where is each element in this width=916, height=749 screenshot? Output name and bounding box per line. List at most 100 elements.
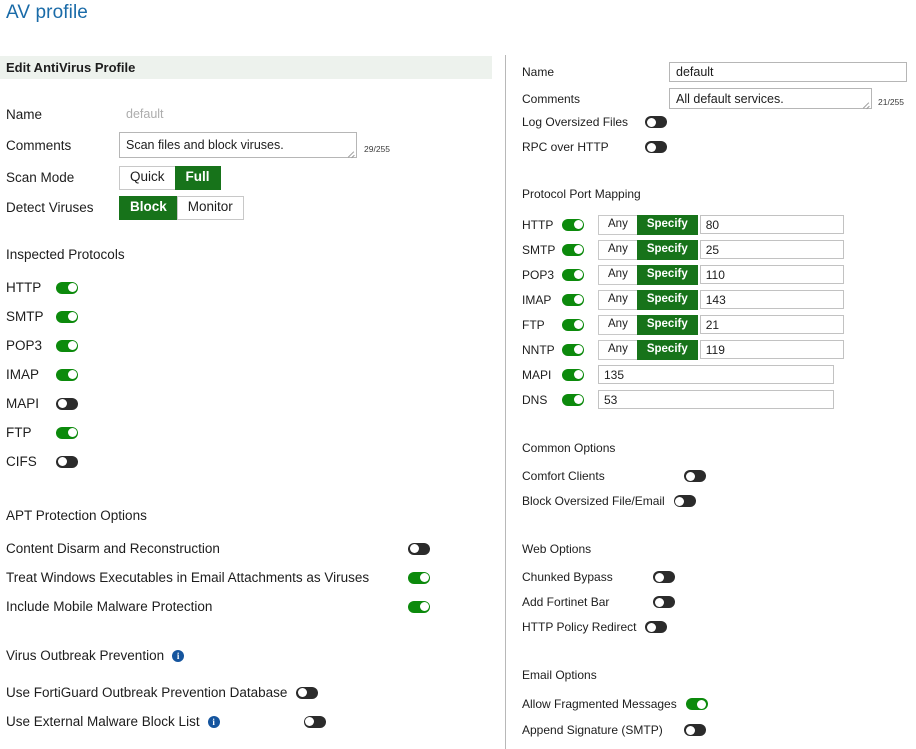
inspected-protocol-toggle-smtp[interactable]: [56, 310, 78, 323]
email-option-toggle-append-signature[interactable]: [684, 724, 706, 736]
inspected-protocol-toggle-ftp[interactable]: [56, 426, 78, 439]
port-mapping-input-imap[interactable]: [699, 290, 844, 310]
left-name-row: Name: [6, 104, 389, 124]
port-mapping-toggle-http[interactable]: [562, 218, 584, 231]
inspected-protocol-label: HTTP: [6, 280, 42, 295]
port-mapping-toggle-mapi[interactable]: [562, 368, 584, 381]
virus-outbreak-option-label: Use External Malware Block List: [6, 714, 200, 729]
common-option-toggle-block-oversized[interactable]: [673, 495, 696, 507]
port-mapping-option-specify[interactable]: Specify: [636, 265, 698, 285]
port-mapping-option-specify[interactable]: Specify: [636, 215, 698, 235]
port-mapping-toggle-smtp[interactable]: [562, 243, 584, 256]
port-mapping-toggle-dns[interactable]: [562, 393, 584, 406]
apt-option-label: Include Mobile Malware Protection: [6, 599, 213, 614]
port-mapping-option-specify[interactable]: Specify: [636, 315, 698, 335]
port-mapping-option-specify[interactable]: Specify: [636, 290, 698, 310]
port-mapping-option-any[interactable]: Any: [598, 340, 638, 360]
common-option-block-oversized: Block Oversized File/Email: [522, 494, 696, 508]
left-comments-textarea-wrap: [119, 132, 357, 158]
port-mapping-label: HTTP: [522, 217, 554, 232]
rpc-over-http-row: RPC over HTTP: [522, 140, 667, 154]
detect-viruses-option-monitor[interactable]: Monitor: [176, 196, 244, 220]
port-mapping-segmented-pop3: Any Specify: [598, 265, 698, 285]
port-mapping-input-http[interactable]: [699, 215, 844, 235]
left-name-input[interactable]: [119, 104, 389, 124]
port-mapping-option-specify[interactable]: Specify: [636, 240, 698, 260]
left-comments-counter: 29/255: [364, 144, 390, 154]
inspected-protocol-mapi: MAPI: [6, 396, 78, 411]
apt-option-label: Content Disarm and Reconstruction: [6, 541, 220, 556]
virus-outbreak-toggle-fortiguard-db[interactable]: [296, 686, 319, 699]
common-option-comfort-clients: Comfort Clients: [522, 469, 706, 483]
inspected-protocol-toggle-http[interactable]: [56, 281, 78, 294]
rpc-over-http-toggle[interactable]: [645, 141, 667, 153]
right-panel: Name Comments 21/255 Log Oversized Files…: [509, 52, 916, 749]
port-mapping-toggle-imap[interactable]: [562, 293, 584, 306]
edit-antivirus-profile-header: Edit AntiVirus Profile: [0, 56, 492, 79]
virus-outbreak-prevention-title: Virus Outbreak Prevention: [6, 648, 165, 663]
port-mapping-option-any[interactable]: Any: [598, 215, 638, 235]
port-mapping-input-smtp[interactable]: [699, 240, 844, 260]
port-mapping-row-http: HTTP Any Specify: [522, 215, 844, 235]
port-mapping-segmented-smtp: Any Specify: [598, 240, 698, 260]
apt-option-toggle-include-mobile-malware[interactable]: [408, 600, 430, 613]
port-mapping-label: NNTP: [522, 342, 555, 357]
info-icon[interactable]: i: [172, 649, 185, 662]
port-mapping-option-any[interactable]: Any: [598, 240, 638, 260]
inspected-protocol-label: POP3: [6, 338, 43, 353]
port-mapping-input-dns[interactable]: [598, 390, 834, 409]
common-option-toggle-comfort-clients[interactable]: [684, 470, 706, 482]
inspected-protocol-toggle-pop3[interactable]: [56, 339, 78, 352]
apt-option-include-mobile-malware: Include Mobile Malware Protection: [6, 599, 430, 614]
email-option-toggle-allow-fragmented[interactable]: [685, 698, 708, 710]
inspected-protocol-cifs: CIFS: [6, 454, 78, 469]
port-mapping-toggle-ftp[interactable]: [562, 318, 584, 331]
scan-mode-option-full[interactable]: Full: [174, 166, 221, 190]
inspected-protocol-toggle-cifs[interactable]: [56, 455, 78, 468]
port-mapping-input-mapi[interactable]: [598, 365, 834, 384]
port-mapping-option-specify[interactable]: Specify: [636, 340, 698, 360]
port-mapping-segmented-imap: Any Specify: [598, 290, 698, 310]
email-option-label: Allow Fragmented Messages: [522, 697, 677, 711]
inspected-protocol-pop3: POP3: [6, 338, 78, 353]
inspected-protocol-toggle-mapi[interactable]: [56, 397, 78, 410]
apt-option-label: Treat Windows Executables in Email Attac…: [6, 570, 370, 585]
port-mapping-label: FTP: [522, 317, 545, 332]
detect-viruses-option-block[interactable]: Block: [119, 196, 178, 220]
left-comments-input[interactable]: [119, 132, 357, 158]
web-option-toggle-chunked-bypass[interactable]: [653, 571, 675, 583]
port-mapping-option-any[interactable]: Any: [598, 265, 638, 285]
port-mapping-toggle-pop3[interactable]: [562, 268, 584, 281]
right-comments-input[interactable]: [669, 88, 872, 109]
info-icon[interactable]: i: [207, 715, 220, 728]
port-mapping-toggle-nntp[interactable]: [562, 343, 584, 356]
web-option-toggle-http-policy-redirect[interactable]: [645, 621, 668, 633]
apt-option-toggle-treat-windows-executables[interactable]: [408, 571, 430, 584]
virus-outbreak-prevention-title-row: Virus Outbreak Prevention i: [6, 648, 185, 663]
virus-outbreak-option-fortiguard-db: Use FortiGuard Outbreak Prevention Datab…: [6, 685, 319, 700]
web-options-title: Web Options: [522, 542, 592, 556]
log-oversized-files-toggle[interactable]: [645, 116, 667, 128]
port-mapping-option-any[interactable]: Any: [598, 290, 638, 310]
right-name-input[interactable]: [669, 62, 907, 82]
port-mapping-input-ftp[interactable]: [699, 315, 844, 335]
port-mapping-row-smtp: SMTP Any Specify: [522, 240, 844, 260]
apt-option-toggle-content-disarm[interactable]: [408, 542, 430, 555]
web-option-toggle-add-fortinet-bar[interactable]: [653, 596, 675, 608]
scan-mode-option-quick[interactable]: Quick: [119, 166, 176, 190]
apt-protection-title: APT Protection Options: [6, 508, 147, 523]
virus-outbreak-toggle-external-malware-list[interactable]: [303, 715, 326, 728]
inspected-protocol-label: CIFS: [6, 454, 37, 469]
web-option-label: Add Fortinet Bar: [522, 595, 610, 609]
right-name-label: Name: [522, 65, 555, 79]
port-mapping-input-nntp[interactable]: [699, 340, 844, 360]
port-mapping-segmented-ftp: Any Specify: [598, 315, 698, 335]
inspected-protocol-toggle-imap[interactable]: [56, 368, 78, 381]
right-comments-row: Comments 21/255: [522, 88, 904, 109]
protocol-port-mapping-title: Protocol Port Mapping: [522, 187, 641, 201]
port-mapping-input-pop3[interactable]: [699, 265, 844, 285]
port-mapping-option-any[interactable]: Any: [598, 315, 638, 335]
page-title: AV profile: [6, 2, 88, 23]
rpc-over-http-label: RPC over HTTP: [522, 140, 609, 154]
port-mapping-segmented-http: Any Specify: [598, 215, 698, 235]
